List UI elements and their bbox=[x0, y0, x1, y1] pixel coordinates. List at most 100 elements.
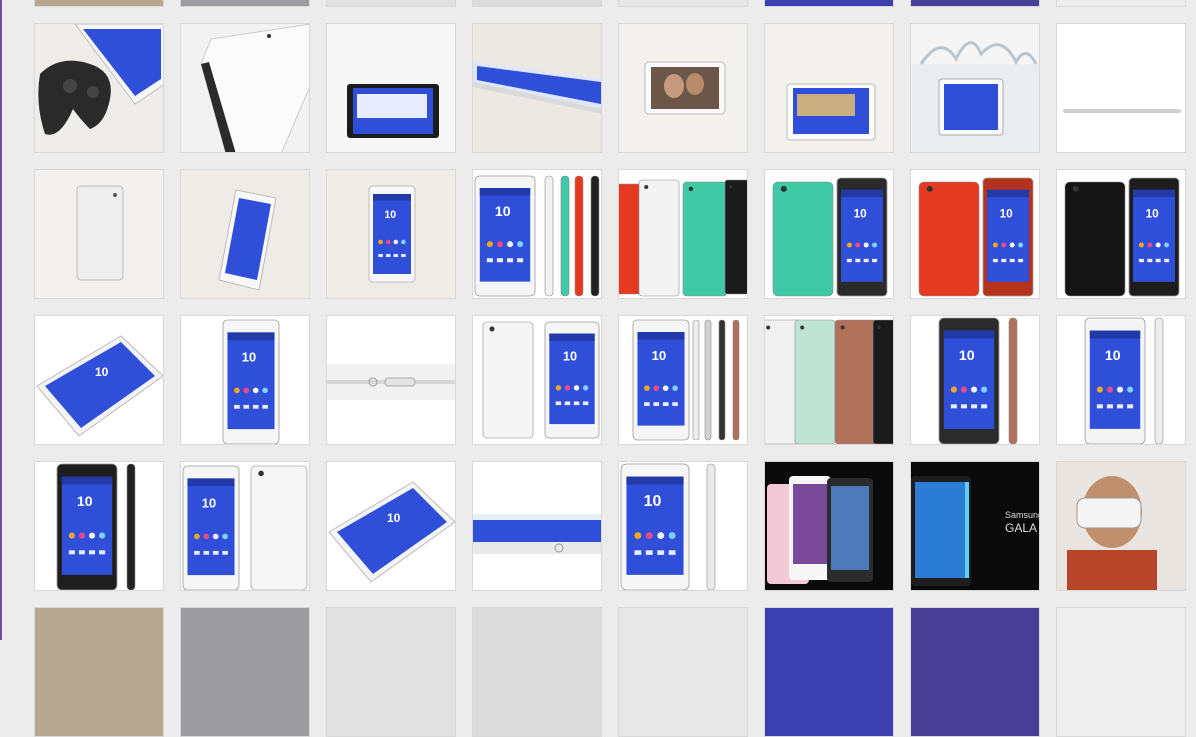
thumb-r6-c1[interactable] bbox=[180, 607, 310, 737]
thumb-tablet-profile[interactable] bbox=[1056, 23, 1186, 153]
partial-image-icon bbox=[35, 608, 163, 736]
thumb-r0-c0[interactable] bbox=[34, 0, 164, 7]
left-rail bbox=[0, 0, 2, 640]
partial-image-icon bbox=[619, 0, 747, 6]
phones-backs-icon bbox=[765, 316, 893, 444]
thumb-r0-c5[interactable] bbox=[764, 0, 894, 7]
thumb-gear-vr-person[interactable] bbox=[1056, 461, 1186, 591]
thumb-phone-colors[interactable]: 10 bbox=[472, 169, 602, 299]
phone-edge-detail-icon bbox=[473, 462, 601, 590]
tablet-front-white-icon: 10 bbox=[327, 170, 455, 298]
thumb-phone-side-detail[interactable] bbox=[326, 315, 456, 445]
thumb-phone-front-white[interactable]: 10 bbox=[180, 315, 310, 445]
svg-text:Samsung: Samsung bbox=[1005, 510, 1040, 520]
thumb-tablet-thin-side[interactable] bbox=[472, 23, 602, 153]
svg-text:GALA: GALA bbox=[1005, 521, 1037, 535]
phones-red-white-mint-icon bbox=[619, 170, 747, 298]
thumb-phone-angled-white-2[interactable]: 10 bbox=[326, 461, 456, 591]
partial-image-icon bbox=[327, 608, 455, 736]
thumb-phone-angled-white[interactable]: 10 bbox=[34, 315, 164, 445]
thumb-galaxy-note-pair[interactable] bbox=[764, 461, 894, 591]
thumb-r6-c0[interactable] bbox=[34, 607, 164, 737]
thumb-tablet-edge[interactable] bbox=[180, 23, 310, 153]
thumb-r6-c6[interactable] bbox=[910, 607, 1040, 737]
svg-text:10: 10 bbox=[202, 495, 217, 510]
phones-red-icon: 10 bbox=[911, 170, 1039, 298]
thumb-r6-c5[interactable] bbox=[764, 607, 894, 737]
svg-text:10: 10 bbox=[384, 209, 396, 221]
galaxy-note-pair-icon bbox=[765, 462, 893, 590]
thumb-phones-red-white-mint[interactable] bbox=[618, 169, 748, 299]
partial-image-icon bbox=[619, 608, 747, 736]
partial-image-icon bbox=[181, 0, 309, 6]
phone-angled-white-icon: 10 bbox=[35, 316, 163, 444]
thumb-tablet-front[interactable]: 10 bbox=[326, 169, 456, 299]
thumb-phones-mint[interactable]: 10 bbox=[764, 169, 894, 299]
svg-text:10: 10 bbox=[854, 207, 868, 220]
svg-text:10: 10 bbox=[495, 203, 511, 219]
svg-text:10: 10 bbox=[959, 347, 975, 363]
thumb-phone-copper[interactable]: 10 bbox=[910, 315, 1040, 445]
partial-image-icon bbox=[473, 0, 601, 6]
phone-front-white-icon: 10 bbox=[181, 316, 309, 444]
tablet-thin-side-icon bbox=[473, 24, 601, 152]
thumb-r0-c1[interactable] bbox=[180, 0, 310, 7]
thumb-phones-black[interactable]: 10 bbox=[1056, 169, 1186, 299]
partial-image-icon bbox=[765, 0, 893, 6]
thumb-r0-c6[interactable] bbox=[910, 0, 1040, 7]
thumb-phones-white-back[interactable]: 10 bbox=[180, 461, 310, 591]
gear-vr-person-icon bbox=[1057, 462, 1185, 590]
svg-text:10: 10 bbox=[652, 348, 667, 363]
partial-image-icon bbox=[1057, 608, 1185, 736]
thumb-tablet-black-landscape[interactable] bbox=[326, 23, 456, 153]
thumb-tablet-white-landscape[interactable] bbox=[764, 23, 894, 153]
tablet-back-white-icon bbox=[35, 170, 163, 298]
thumb-tablet-controller[interactable] bbox=[34, 23, 164, 153]
partial-image-icon bbox=[765, 608, 893, 736]
tablet-with-gamepad-icon bbox=[35, 24, 163, 152]
thumb-phones-white-pair[interactable]: 10 bbox=[472, 315, 602, 445]
thumb-r6-c4[interactable] bbox=[618, 607, 748, 737]
tablet-profile-icon bbox=[1057, 24, 1185, 152]
phone-white-slim-icon: 10 bbox=[619, 462, 747, 590]
tablet-edge-angle-icon bbox=[181, 24, 309, 152]
partial-image-icon bbox=[911, 0, 1039, 6]
thumb-r0-c2[interactable] bbox=[326, 0, 456, 7]
thumb-tablet-back[interactable] bbox=[34, 169, 164, 299]
partial-image-icon bbox=[1057, 0, 1185, 6]
thumb-phone-edge-detail[interactable] bbox=[472, 461, 602, 591]
thumb-r0-c7[interactable] bbox=[1056, 0, 1186, 7]
thumb-galaxy-edge[interactable]: Samsung GALA bbox=[910, 461, 1040, 591]
phones-white-pair-icon: 10 bbox=[473, 316, 601, 444]
thumb-r6-c2[interactable] bbox=[326, 607, 456, 737]
partial-image-icon bbox=[327, 0, 455, 6]
thumb-tablet-water-splash[interactable] bbox=[910, 23, 1040, 153]
svg-text:10: 10 bbox=[242, 349, 257, 364]
svg-text:10: 10 bbox=[563, 350, 577, 364]
thumb-phone-white-side[interactable]: 10 bbox=[1056, 315, 1186, 445]
thumb-phones-backs[interactable] bbox=[764, 315, 894, 445]
partial-image-icon bbox=[473, 608, 601, 736]
tablet-tilted-icon bbox=[181, 170, 309, 298]
tablet-landscape-black-icon bbox=[327, 24, 455, 152]
phone-with-side-colors-icon: 10 bbox=[473, 170, 601, 298]
thumb-r6-c3[interactable] bbox=[472, 607, 602, 737]
svg-text:10: 10 bbox=[387, 511, 401, 525]
phone-with-sides-icon: 10 bbox=[619, 316, 747, 444]
partial-image-icon bbox=[181, 608, 309, 736]
thumb-phone-white-slim[interactable]: 10 bbox=[618, 461, 748, 591]
thumb-r6-c7[interactable] bbox=[1056, 607, 1186, 737]
phones-black-icon: 10 bbox=[1057, 170, 1185, 298]
thumb-tablet-tilted[interactable] bbox=[180, 169, 310, 299]
thumb-phone-with-sides[interactable]: 10 bbox=[618, 315, 748, 445]
tablet-photo-landscape-icon bbox=[619, 24, 747, 152]
phone-black-side-icon: 10 bbox=[35, 462, 163, 590]
thumb-r0-c4[interactable] bbox=[618, 0, 748, 7]
thumb-phones-red[interactable]: 10 bbox=[910, 169, 1040, 299]
phone-white-side-icon: 10 bbox=[1057, 316, 1185, 444]
svg-text:10: 10 bbox=[1000, 207, 1014, 220]
thumb-tablet-photo[interactable] bbox=[618, 23, 748, 153]
thumb-phone-black-side[interactable]: 10 bbox=[34, 461, 164, 591]
partial-image-icon bbox=[911, 608, 1039, 736]
thumb-r0-c3[interactable] bbox=[472, 0, 602, 7]
